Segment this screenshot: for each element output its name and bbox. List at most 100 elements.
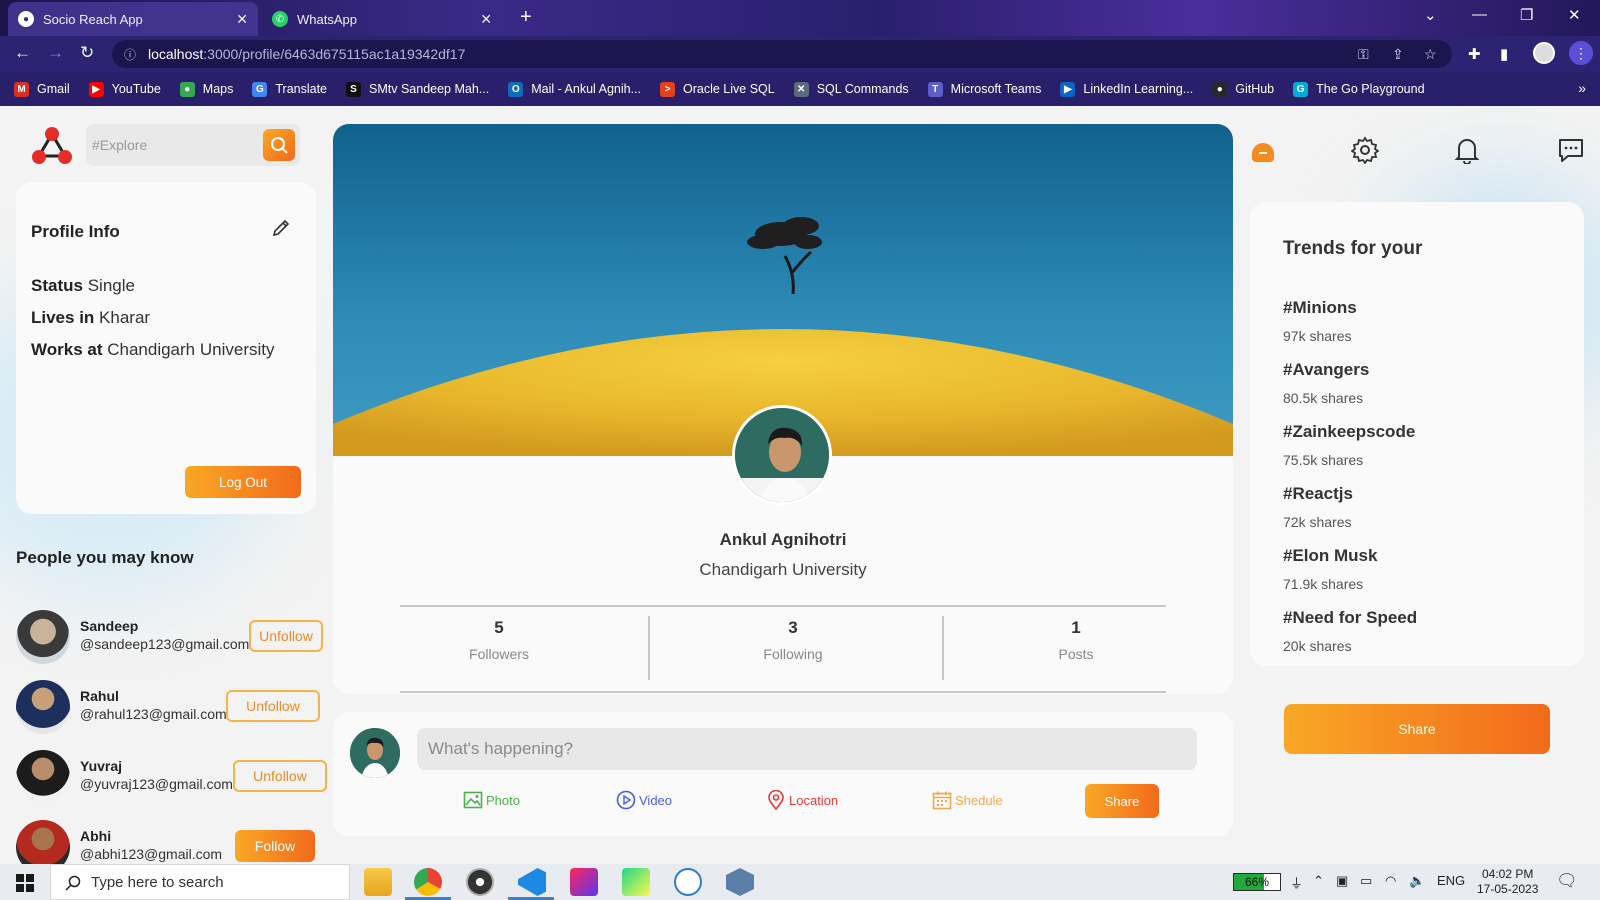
- taskbar-search[interactable]: Type here to search: [50, 864, 350, 900]
- person-email: @abhi123@gmail.com: [80, 846, 223, 862]
- vscode-icon[interactable]: [518, 868, 546, 896]
- tab-socio-reach[interactable]: ● Socio Reach App ✕: [8, 2, 258, 36]
- extensions-icon[interactable]: ✚: [1468, 45, 1481, 63]
- trend-item[interactable]: #Need for Speed 20k shares: [1283, 608, 1417, 654]
- bookmark-label: The Go Playground: [1316, 82, 1425, 96]
- follow-button[interactable]: Follow: [235, 830, 315, 862]
- bookmark-item[interactable]: ▶ LinkedIn Learning...: [1060, 81, 1193, 97]
- forward-icon[interactable]: →: [47, 43, 64, 63]
- tab-search-chevron-icon[interactable]: ⌄: [1424, 6, 1437, 24]
- messages-chat-icon[interactable]: [1557, 136, 1585, 164]
- chrome-profile-avatar[interactable]: [1533, 42, 1555, 64]
- trend-shares: 20k shares: [1283, 638, 1352, 654]
- post-composer: Photo Video Location: [333, 712, 1233, 836]
- edit-pencil-icon[interactable]: [271, 218, 291, 238]
- chrome-taskbar-icon[interactable]: [414, 868, 442, 896]
- trend-item[interactable]: #Reactjs 72k shares: [1283, 484, 1353, 530]
- trend-tag: #Reactjs: [1283, 484, 1353, 503]
- profile-avatar[interactable]: [732, 405, 832, 505]
- trend-item[interactable]: #Avangers 80.5k shares: [1283, 360, 1369, 406]
- trend-tag: #Minions: [1283, 298, 1357, 317]
- intellij-icon[interactable]: [570, 868, 598, 896]
- tab-whatsapp[interactable]: ✆ WhatsApp ✕: [262, 2, 502, 36]
- unfollow-button[interactable]: Unfollow: [233, 760, 327, 792]
- unfollow-button[interactable]: Unfollow: [249, 620, 323, 652]
- site-info-icon[interactable]: ⓘ: [124, 46, 136, 63]
- works-at-label: Works at: [31, 340, 103, 359]
- battery-indicator[interactable]: 66%: [1233, 873, 1281, 891]
- home-icon[interactable]: [1249, 136, 1277, 164]
- back-icon[interactable]: ←: [14, 43, 31, 63]
- windows-start-icon[interactable]: [16, 874, 34, 892]
- minimize-icon[interactable]: —: [1472, 6, 1487, 23]
- bookmark-item[interactable]: T Microsoft Teams: [927, 81, 1041, 97]
- virtualbox-icon[interactable]: [726, 868, 754, 896]
- word-app-icon[interactable]: [674, 868, 702, 896]
- location-option[interactable]: Location: [766, 790, 838, 810]
- restore-icon[interactable]: ❐: [1520, 6, 1533, 24]
- reload-icon[interactable]: ↻: [80, 43, 94, 63]
- logout-button[interactable]: Log Out: [185, 466, 301, 498]
- password-key-icon[interactable]: ⚿: [1358, 46, 1369, 63]
- trend-shares: 72k shares: [1283, 514, 1352, 530]
- post-share-button[interactable]: Share: [1085, 784, 1159, 818]
- close-tab-icon[interactable]: ✕: [480, 11, 492, 28]
- trend-item[interactable]: #Elon Musk 71.9k shares: [1283, 546, 1377, 592]
- explore-search: [86, 124, 300, 166]
- bookmark-item[interactable]: O Mail - Ankul Agnih...: [508, 81, 641, 97]
- explore-search-input[interactable]: [92, 132, 252, 158]
- notification-center-icon[interactable]: 🗨: [1556, 871, 1578, 891]
- settings-gear-icon[interactable]: [1351, 136, 1379, 164]
- more-bookmarks-icon[interactable]: »: [1578, 80, 1586, 96]
- bookmark-item[interactable]: M Gmail: [14, 81, 70, 97]
- obs-icon[interactable]: [466, 868, 494, 896]
- person-item: Sandeep @sandeep123@gmail.com Unfollow: [16, 608, 323, 666]
- schedule-option[interactable]: Shedule: [932, 790, 1003, 810]
- following-label: Following: [763, 646, 823, 662]
- bookmark-item[interactable]: G The Go Playground: [1293, 81, 1425, 97]
- pycharm-icon[interactable]: [622, 868, 650, 896]
- followers-label: Followers: [469, 646, 529, 662]
- share-button[interactable]: Share: [1284, 704, 1550, 754]
- close-window-icon[interactable]: ✕: [1568, 6, 1581, 24]
- meet-now-icon[interactable]: ▣: [1336, 873, 1348, 889]
- chrome-menu-icon[interactable]: ⋮: [1569, 41, 1593, 65]
- photo-option[interactable]: Photo: [463, 790, 520, 810]
- person-name: Abhi: [80, 828, 112, 844]
- show-hidden-icons-icon[interactable]: ⌃: [1313, 873, 1324, 889]
- video-option[interactable]: Video: [616, 790, 672, 810]
- bookmark-item[interactable]: ● Maps: [179, 81, 233, 97]
- bookmark-item[interactable]: G Translate: [252, 81, 327, 97]
- trend-item[interactable]: #Zainkeepscode 75.5k shares: [1283, 422, 1415, 468]
- taskbar-clock[interactable]: 04:02 PM 17-05-2023: [1477, 867, 1538, 897]
- close-tab-icon[interactable]: ✕: [236, 11, 248, 28]
- bookmark-item[interactable]: ✕ SQL Commands: [793, 81, 909, 97]
- volume-icon[interactable]: 🔈: [1409, 873, 1425, 889]
- share-page-icon[interactable]: ⇪: [1392, 46, 1404, 63]
- unfollow-button[interactable]: Unfollow: [226, 690, 320, 722]
- language-indicator[interactable]: ENG: [1437, 873, 1465, 888]
- bookmark-item[interactable]: > Oracle Live SQL: [660, 81, 775, 97]
- bookmark-item[interactable]: ● GitHub: [1212, 81, 1274, 97]
- posts-stat[interactable]: 1 Posts: [996, 618, 1156, 662]
- calendar-icon: [932, 791, 952, 810]
- bookmark-item[interactable]: S SMtv Sandeep Mah...: [346, 81, 489, 97]
- clock-date: 17-05-2023: [1477, 882, 1539, 896]
- followers-stat[interactable]: 5 Followers: [419, 618, 579, 662]
- following-stat[interactable]: 3 Following: [713, 618, 873, 662]
- trend-item[interactable]: #Minions 97k shares: [1283, 298, 1357, 344]
- bookmark-favicon-icon: ●: [1212, 81, 1228, 97]
- bookmark-item[interactable]: ▶ YouTube: [88, 81, 161, 97]
- battery-tray-icon[interactable]: ▭: [1360, 873, 1372, 889]
- bookmark-favicon-icon: T: [927, 81, 943, 97]
- url-field[interactable]: ⓘ localhost:3000/profile/6463d675115ac1a…: [112, 40, 1452, 68]
- file-explorer-icon[interactable]: [364, 868, 392, 896]
- search-button[interactable]: [263, 129, 295, 161]
- whats-happening-input[interactable]: [417, 728, 1197, 770]
- bookmark-star-icon[interactable]: ☆: [1424, 46, 1437, 63]
- wifi-icon[interactable]: ◠: [1385, 873, 1396, 889]
- side-panel-icon[interactable]: ▮: [1500, 45, 1508, 63]
- trend-shares: 80.5k shares: [1283, 390, 1364, 406]
- notifications-bell-icon[interactable]: [1453, 136, 1481, 164]
- new-tab-icon[interactable]: +: [520, 6, 532, 29]
